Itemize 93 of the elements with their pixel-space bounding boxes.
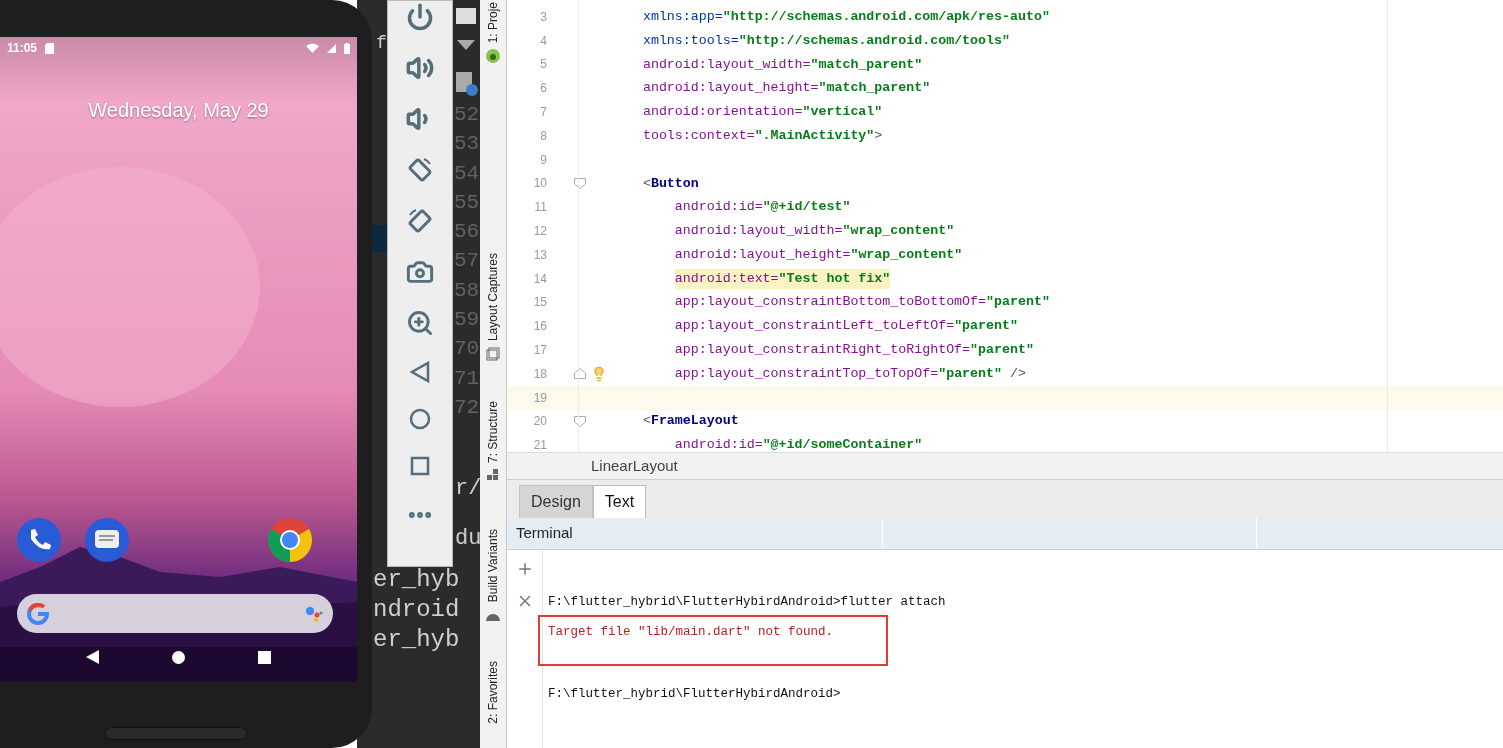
tool-window-tab[interactable]: 2: Favorites <box>484 660 502 724</box>
error-text: Target file "lib/main.dart" not found. <box>548 624 834 639</box>
line-number: 7 <box>539 104 547 122</box>
line-number: 14 <box>532 270 547 288</box>
camera-icon[interactable] <box>406 258 434 286</box>
line-number: 57 <box>454 248 480 275</box>
code-line: <FrameLayout <box>642 412 739 431</box>
code-line: android:layout_height="match_parent" <box>642 79 931 98</box>
code-line: app:layout_constraintBottom_toBottomOf="parent" <box>674 293 1050 312</box>
line-number: 58 <box>454 277 480 304</box>
code-line: android:orientation="vertical" <box>642 103 883 122</box>
wifi-icon <box>306 43 319 53</box>
line-number: 10 <box>532 175 547 193</box>
code-line: android:id="@+id/someContainer" <box>674 436 923 452</box>
phone-app-icon[interactable] <box>17 518 61 562</box>
line-number: 21 <box>532 437 547 452</box>
line-number: 17 <box>532 342 547 360</box>
line-number: 54 <box>454 160 480 187</box>
code-fragment: r/ <box>455 478 482 500</box>
fold-marker-icon[interactable] <box>574 415 586 427</box>
code-fragment: f <box>376 34 387 52</box>
terminal-text: F:\flutter_hybrid\FlutterHybirdAndroid> <box>548 686 841 701</box>
rotate-right-icon[interactable] <box>406 207 434 235</box>
date-text: Wednesday, May 29 <box>88 98 269 123</box>
browser-app-icon[interactable] <box>267 517 313 563</box>
line-number: 3 <box>539 8 547 26</box>
home-icon[interactable] <box>172 650 185 664</box>
code-line: xmlns:tools="http://schemas.android.com/tools" <box>642 31 1010 50</box>
code-fragment: ndroid <box>373 598 460 622</box>
breadcrumb[interactable]: LinearLayout <box>591 454 678 478</box>
status-time: 11:05 <box>7 40 38 57</box>
code-fragment: du <box>455 528 482 550</box>
messages-app-icon[interactable] <box>85 518 129 562</box>
terminal-text: F:\flutter_hybrid\FlutterHybirdAndroid>flutter attach <box>548 595 946 609</box>
line-number: 12 <box>532 223 547 241</box>
terminal-title: Terminal <box>507 518 883 549</box>
code-line: tools:context=".MainActivity"> <box>642 126 883 145</box>
line-number: 13 <box>532 246 547 264</box>
code-line: android:layout_height="wrap_content" <box>674 245 963 264</box>
line-number: 20 <box>532 413 547 431</box>
rotate-left-icon[interactable] <box>406 156 434 184</box>
line-number: 72 <box>454 394 480 421</box>
android-icon[interactable] <box>486 49 500 64</box>
line-number: 70 <box>454 336 480 363</box>
code-line: android:layout_width="match_parent" <box>642 55 923 74</box>
code-line: android:layout_width="wrap_content" <box>674 222 955 241</box>
signal-icon <box>327 43 336 53</box>
dropdown-icon[interactable] <box>457 40 475 50</box>
code-fragment: er_hyb <box>373 628 460 652</box>
search-bar[interactable] <box>17 594 333 633</box>
line-number: 11 <box>533 199 547 217</box>
file-icon <box>456 72 478 96</box>
line-number: 59 <box>454 307 480 334</box>
line-number: 52 <box>454 102 480 128</box>
editor-tab[interactable]: Text <box>592 485 647 518</box>
code-line: xmlns:app="http://schemas.android.com/apk/res-auto" <box>642 7 1050 26</box>
line-number: 19 <box>532 389 547 407</box>
code-line: app:layout_constraintTop_toTopOf="parent" /> <box>674 364 1026 383</box>
code-line: android:id="@+id/test" <box>674 198 851 217</box>
line-number: 8 <box>539 127 547 145</box>
code-line: <Button <box>642 174 699 193</box>
line-number: 4 <box>539 32 547 50</box>
selected-row <box>372 225 387 252</box>
assistant-dots-icon[interactable] <box>305 605 323 622</box>
line-number: 6 <box>539 80 547 98</box>
code-line: app:layout_constraintLeft_toLeftOf="parent" <box>674 317 1018 336</box>
tool-window-tab[interactable]: 1: Proje <box>484 2 502 44</box>
line-number: 56 <box>454 219 480 246</box>
back-icon[interactable] <box>86 650 100 664</box>
battery-icon <box>344 42 350 54</box>
line-number: 9 <box>539 151 547 169</box>
search-logo-icon <box>27 602 49 625</box>
fold-marker-icon[interactable] <box>574 177 586 189</box>
code-fragment: er_hyb <box>373 568 460 592</box>
line-number: 18 <box>532 365 547 383</box>
line-number: 16 <box>532 318 547 336</box>
line-number: 55 <box>454 189 480 216</box>
tool-window-tab[interactable]: Build Variants <box>484 529 502 603</box>
structure-icon[interactable] <box>487 469 499 482</box>
capture-icon[interactable] <box>486 347 500 362</box>
line-number: 53 <box>454 131 480 158</box>
code-line: app:layout_constraintRight_toRightOf="parent" <box>674 341 1034 360</box>
line-number: 15 <box>532 294 547 312</box>
volume-up-icon[interactable] <box>406 54 434 82</box>
fold-marker-icon[interactable] <box>574 368 586 380</box>
sd-card-icon <box>45 42 55 54</box>
tool-window-tab[interactable]: 7: Structure <box>484 401 502 464</box>
power-icon[interactable] <box>406 3 434 31</box>
tool-window-tab[interactable]: Layout Captures <box>484 253 502 342</box>
editor-tab[interactable]: Design <box>519 485 593 518</box>
line-number: 5 <box>539 56 547 74</box>
line-number: 71 <box>454 365 480 392</box>
zoom-in-icon[interactable] <box>406 309 434 337</box>
